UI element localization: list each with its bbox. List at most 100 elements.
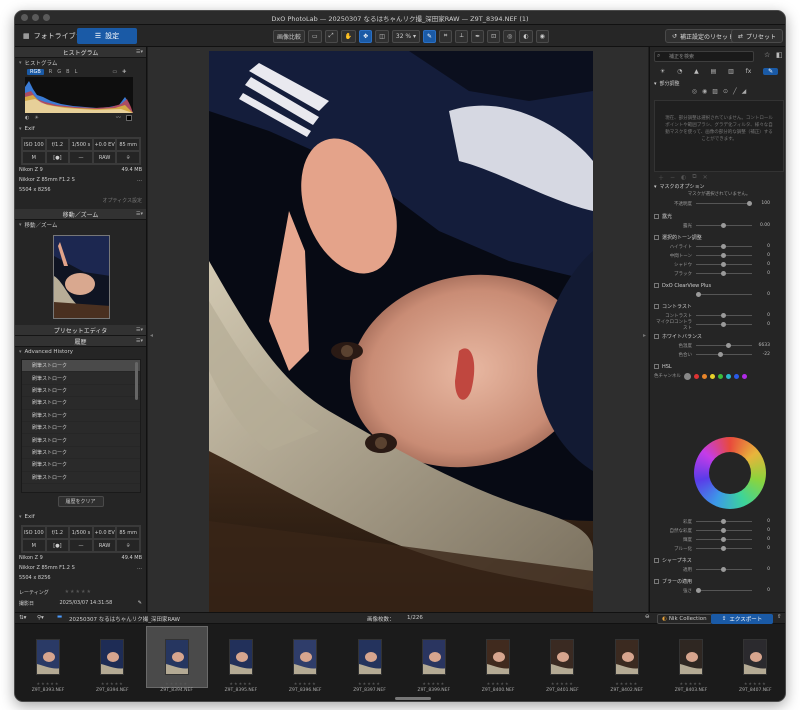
filmstrip-thumbnail[interactable] xyxy=(596,626,658,688)
softproof-icon[interactable]: ✚ xyxy=(122,69,126,75)
hsl-header[interactable]: HSL xyxy=(654,362,784,371)
thumbnail-rating[interactable]: ★★★★★ xyxy=(81,681,143,686)
slider-value[interactable]: 0 xyxy=(752,588,770,593)
slider-knob[interactable] xyxy=(721,262,726,267)
preset-editor-header[interactable]: プリセットエディタ ☰▾ xyxy=(15,325,146,336)
list-item[interactable]: 刷筆ストローク xyxy=(22,385,140,398)
brush-icon[interactable]: ▨ xyxy=(712,88,718,98)
thumbnail-rating[interactable]: ★★★★★ xyxy=(596,681,658,686)
vibrance-slider[interactable]: 自然な彩度 0 xyxy=(654,526,784,535)
slider-value[interactable]: 0 xyxy=(752,546,770,551)
crop-icon[interactable]: ⌗ xyxy=(439,29,453,43)
geometry-tab-icon[interactable]: ▤ xyxy=(711,68,717,75)
slider-value[interactable]: 0 xyxy=(752,322,770,327)
highlight-clip-icon[interactable]: ☀ xyxy=(34,115,38,121)
collapse-right-icon[interactable]: ▸ xyxy=(643,332,646,339)
effects-tab-icon[interactable]: ▥ xyxy=(728,68,734,75)
thumbnail-rating[interactable]: ★★★★★ xyxy=(660,681,722,686)
histogram-header[interactable]: ヒストグラム ☰▾ xyxy=(15,47,146,58)
slider-value[interactable]: 0 xyxy=(752,253,770,258)
panel-menu-icon[interactable]: ☰▾ xyxy=(136,327,143,333)
blur-header[interactable]: ブラーの適用 xyxy=(654,577,784,586)
clearview-slider[interactable]: 0 xyxy=(654,290,784,299)
delete-icon[interactable]: ✕ xyxy=(703,174,708,181)
thumbnail-rating[interactable]: ★★★★★ xyxy=(274,681,336,686)
blur-slider[interactable]: 強さ 0 xyxy=(654,586,784,595)
detail-tab-icon[interactable]: ▲ xyxy=(694,68,699,75)
thumbnail-rating[interactable]: ★★★★★ xyxy=(467,681,529,686)
local-tab-icon[interactable]: ✎ xyxy=(763,67,779,75)
advanced-history-subheader[interactable]: ▾ Advanced History xyxy=(15,347,146,357)
thumbnail-rating[interactable]: ★★★★★ xyxy=(531,681,593,686)
slider-value[interactable]: 0 xyxy=(752,537,770,542)
search-input[interactable]: 補正を検索 xyxy=(654,51,754,62)
slider-knob[interactable] xyxy=(721,223,726,228)
repair-icon[interactable]: ✎ xyxy=(423,29,437,43)
move-zoom-subheader[interactable]: ▾ 移動／ズーム xyxy=(15,220,146,230)
gradient-icon[interactable]: ╱ xyxy=(733,88,737,98)
toggle-icon[interactable]: ◧ xyxy=(776,51,783,59)
checkbox[interactable] xyxy=(654,283,659,288)
filmstrip-scrollbar[interactable] xyxy=(395,697,431,700)
histogram-subheader[interactable]: ▾ ヒストグラム xyxy=(15,58,146,68)
temperature-slider[interactable]: 色温度 6633 xyxy=(654,341,784,350)
eraser-icon[interactable]: ◢ xyxy=(742,88,747,98)
channel-orange[interactable] xyxy=(701,373,707,379)
exif-subheader[interactable]: ▾ Exif xyxy=(15,124,146,134)
luminance-slider[interactable]: 輝度 0 xyxy=(654,535,784,544)
exif2-subheader[interactable]: ▾ Exif xyxy=(15,512,146,522)
more-icon[interactable]: … xyxy=(137,177,142,183)
micro-contrast-slider[interactable]: マイクロコントラスト 0 xyxy=(654,320,784,331)
nik-collection-button[interactable]: ◐ Nik Collection xyxy=(657,614,712,624)
slider-knob[interactable] xyxy=(721,253,726,258)
panel-menu-icon[interactable]: ☰▾ xyxy=(136,49,143,55)
compare-button[interactable]: 画像比較 xyxy=(273,29,306,43)
channel-l[interactable]: L xyxy=(75,69,78,75)
slider-value[interactable]: 0 xyxy=(752,262,770,267)
slider-value[interactable]: 0 xyxy=(752,567,770,572)
thumbnail-rating[interactable]: ★★★★★ xyxy=(146,681,208,686)
slider-value[interactable]: 100 xyxy=(752,201,770,206)
history-header[interactable]: 履歴 ☰▾ xyxy=(15,336,146,347)
folder-name[interactable]: 20250307 なるはちゃんリク撮_深田家RAW xyxy=(69,615,180,623)
move-icon[interactable]: ✥ xyxy=(359,29,373,43)
local-adjust-icon[interactable]: ◎ xyxy=(503,29,517,43)
slider-value[interactable]: 0 xyxy=(752,271,770,276)
list-item[interactable]: 刷筆ストローク xyxy=(22,447,140,460)
checkbox[interactable] xyxy=(654,364,659,369)
preset-button[interactable]: ⇄ プリセット xyxy=(731,29,784,43)
contrast-header[interactable]: コントラスト xyxy=(654,302,784,311)
sort-icon[interactable]: ⇅▾ xyxy=(19,615,26,621)
thumbnail-rating[interactable]: ★★★★★ xyxy=(339,681,401,686)
optics-note[interactable]: オプティクス設定 xyxy=(102,197,142,204)
add-icon[interactable]: ＋ xyxy=(658,173,664,182)
clearview-header[interactable]: DxO ClearView Plus xyxy=(654,281,784,290)
tone-header[interactable]: 選択的トーン調整 xyxy=(654,233,784,242)
mask-options-header[interactable]: ▾ マスクのオプション xyxy=(654,182,784,191)
checkbox[interactable] xyxy=(654,558,659,563)
duplicate-icon[interactable]: ⧉ xyxy=(692,173,696,181)
slider-value[interactable]: 0 xyxy=(752,313,770,318)
share-icon[interactable]: ⇧ xyxy=(777,614,782,620)
light-tab-icon[interactable]: ☀ xyxy=(660,68,665,75)
main-photo[interactable] xyxy=(209,51,593,624)
slider-knob[interactable] xyxy=(721,528,726,533)
subtract-icon[interactable]: − xyxy=(670,174,675,181)
slider-knob[interactable] xyxy=(721,322,726,327)
image-viewer[interactable]: ◂ ▸ xyxy=(148,47,648,624)
control-point-icon[interactable]: ◎ xyxy=(692,88,697,98)
slider-value[interactable]: 0 xyxy=(752,519,770,524)
collapse-left-icon[interactable]: ◂ xyxy=(150,332,153,339)
slider-knob[interactable] xyxy=(721,244,726,249)
list-item[interactable]: 刷筆ストローク xyxy=(22,472,140,484)
checkbox[interactable] xyxy=(654,214,659,219)
history-scrollbar[interactable] xyxy=(135,362,138,400)
channel-rgb[interactable]: RGB xyxy=(27,69,44,75)
channel-magenta[interactable] xyxy=(741,373,747,379)
blue-slider[interactable]: ブルー化 0 xyxy=(654,544,784,553)
color-tab-icon[interactable]: ◔ xyxy=(677,68,682,75)
black-slider[interactable]: ブラック 0 xyxy=(654,269,784,278)
slider-value[interactable]: 0.00 xyxy=(752,223,770,228)
reset-button[interactable]: ↺ 補正設定のリセット xyxy=(665,29,742,43)
list-item[interactable]: 刷筆ストローク xyxy=(22,397,140,410)
